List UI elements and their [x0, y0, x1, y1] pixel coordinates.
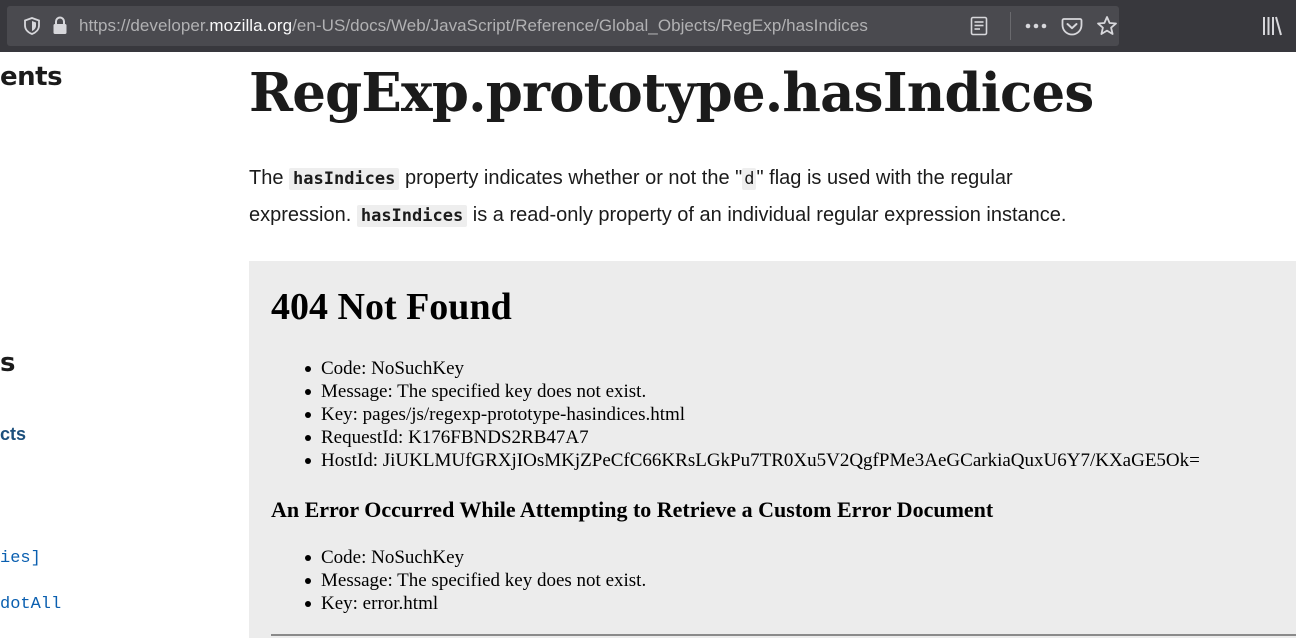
- address-bar[interactable]: https://developer.mozilla.org/en-US/docs…: [7, 6, 1119, 46]
- library-icon[interactable]: [1261, 15, 1283, 37]
- lock-icon[interactable]: [52, 16, 68, 35]
- url-text[interactable]: https://developer.mozilla.org/en-US/docs…: [79, 15, 868, 37]
- sidebar-link-dotall[interactable]: dotAll: [0, 595, 61, 614]
- error-subtitle: An Error Occurred While Attempting to Re…: [271, 497, 994, 522]
- list-item: Code: NoSuchKey: [271, 546, 646, 569]
- url-host: mozilla.org: [209, 16, 293, 35]
- sidebar-heading-contents: ents: [0, 62, 63, 92]
- list-item: RequestId: K176FBNDS2RB47A7: [271, 426, 1200, 449]
- sidebar-heading-related: s: [0, 348, 16, 378]
- list-item: Key: error.html: [271, 592, 646, 615]
- browser-toolbar: https://developer.mozilla.org/en-US/docs…: [0, 0, 1296, 52]
- intro-text-1: The: [249, 167, 290, 189]
- intro-paragraph: The hasIndices property indicates whethe…: [249, 160, 1089, 234]
- page-title: RegExp.prototype.hasIndices: [249, 62, 1094, 124]
- list-item: Message: The specified key does not exis…: [271, 569, 646, 592]
- intro-text-2: property indicates whether or not the ": [399, 167, 743, 189]
- intro-text-4: is a read-only property of an individual…: [467, 204, 1067, 226]
- bookmark-star-icon[interactable]: [1096, 15, 1118, 37]
- error-title: 404 Not Found: [271, 286, 512, 328]
- url-prefix: https://developer.: [79, 16, 210, 35]
- list-item: Message: The specified key does not exis…: [271, 380, 1200, 403]
- list-item: HostId: JiUKLMUfGRXjIOsMKjZPeCfC66KRsLGk…: [271, 449, 1200, 472]
- tracking-protection-shield-icon[interactable]: [23, 17, 41, 35]
- url-path: /en-US/docs/Web/JavaScript/Reference/Glo…: [292, 16, 868, 35]
- error-sub-details-list: Code: NoSuchKey Message: The specified k…: [271, 546, 646, 615]
- sidebar-link-objects[interactable]: cts: [0, 424, 26, 445]
- error-iframe: 404 Not Found Code: NoSuchKey Message: T…: [249, 261, 1296, 638]
- page-actions-more-icon[interactable]: [1024, 16, 1048, 36]
- reader-view-icon[interactable]: [969, 16, 989, 36]
- pocket-icon[interactable]: [1061, 15, 1083, 37]
- horizontal-rule: [271, 634, 1296, 636]
- error-details-list: Code: NoSuchKey Message: The specified k…: [271, 357, 1200, 472]
- code-d-flag: d: [742, 168, 757, 190]
- code-hasindices: hasIndices: [289, 168, 400, 190]
- code-hasindices-2: hasIndices: [356, 205, 468, 227]
- list-item: Code: NoSuchKey: [271, 357, 1200, 380]
- list-item: Key: pages/js/regexp-prototype-hasindice…: [271, 403, 1200, 426]
- sidebar-link-symbol-matchall[interactable]: ies]: [0, 549, 41, 568]
- url-separator: [1010, 12, 1011, 40]
